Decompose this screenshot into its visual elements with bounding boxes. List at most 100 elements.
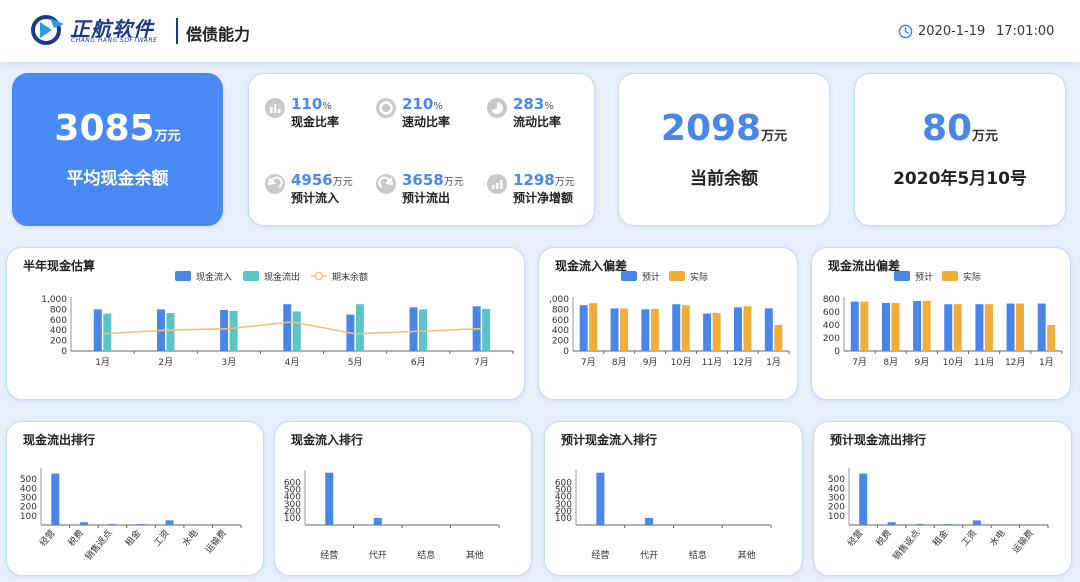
- x-tick-label: 10月: [671, 357, 691, 368]
- legend-label: 预计: [642, 271, 660, 283]
- current-balance-value: 2098万元: [619, 108, 829, 149]
- bar: [1016, 303, 1025, 351]
- legend-swatch: [942, 271, 958, 281]
- y-tick-label: 400: [20, 484, 37, 494]
- x-tick-label: 经营: [320, 549, 338, 561]
- legend-item[interactable]: 现金流出: [243, 271, 300, 283]
- x-tick-label: 12月: [1005, 357, 1025, 368]
- legend-swatch: [243, 271, 259, 281]
- y-tick-label: 100: [828, 512, 845, 522]
- y-tick-label: 800: [552, 305, 569, 315]
- avg-cash-value: 3085万元: [13, 108, 222, 149]
- ratio-value: 210%: [402, 94, 443, 113]
- chart-card-forecast-inflow-rank: 预计现金流入排行 100 200 300 400 500 600 经营 代开 结息 其他: [544, 421, 803, 576]
- date-balance-number: 80: [921, 108, 973, 149]
- y-tick-label: 0: [61, 347, 67, 357]
- ratio-unit: %: [322, 101, 332, 112]
- bar: [953, 304, 962, 351]
- ratio-value: 1298万元: [513, 170, 575, 189]
- y-tick-label: ,000: [549, 295, 569, 305]
- ratio-label: 流动比率: [513, 115, 562, 129]
- x-tick-label: 运输费: [202, 527, 229, 555]
- legend-item[interactable]: 实际: [669, 271, 708, 283]
- legend-item[interactable]: 预计: [894, 271, 933, 283]
- x-tick-label: 2月: [158, 357, 173, 368]
- bar: [650, 308, 659, 351]
- ratio-unit: %: [433, 101, 443, 112]
- date-balance-label: 2020年5月10号: [893, 169, 1027, 189]
- bar: [850, 301, 859, 351]
- legend-label: 实际: [963, 271, 981, 283]
- x-tick-label: 8月: [883, 357, 898, 368]
- inflow-arrow-icon: [265, 174, 285, 194]
- legend-label: 实际: [690, 271, 708, 283]
- ratio-label: 速动比率: [402, 115, 451, 129]
- legend-item[interactable]: 现金流入: [175, 271, 232, 283]
- legend-label: 现金流入: [196, 271, 232, 283]
- x-tick-label: 工资: [959, 528, 979, 549]
- chart-card-forecast-outflow-rank: 预计现金流出排行 100 200 300 400 500 经营 税费 销售返点 租金 工资 水电 运输费: [813, 421, 1072, 576]
- bar: [743, 306, 752, 351]
- header-time: 17:01:00: [996, 24, 1055, 39]
- x-tick-label: 1月: [766, 357, 781, 368]
- avg-cash-number: 3085: [54, 108, 155, 149]
- bar: [1037, 303, 1046, 351]
- y-tick-label: 200: [20, 503, 37, 513]
- x-tick-label: 7月: [581, 357, 596, 368]
- bar: [944, 304, 953, 351]
- bar: [620, 308, 629, 351]
- y-tick-label: 1,000: [41, 295, 67, 305]
- legend-swatch: [669, 271, 685, 281]
- bar: [325, 472, 334, 525]
- chart-card-inflow-deviation: 现金流入偏差 0 200 400 600 800,000 7月 8月 9月 10月 11月 12月 1月…: [538, 247, 798, 400]
- x-tick-label: 运输费: [1010, 527, 1037, 555]
- chart-svg: 100200300400500600经营 代开 结息 其他: [284, 470, 500, 561]
- bar: [220, 309, 229, 351]
- legend-item[interactable]: 实际: [942, 271, 981, 283]
- ratio-label: 预计净增额: [513, 191, 574, 205]
- legend-label: 现金流出: [264, 271, 300, 283]
- bar: [859, 473, 868, 525]
- ratio-number: 4956: [291, 171, 333, 189]
- bar: [589, 303, 598, 351]
- legend-item[interactable]: 预计: [621, 271, 660, 283]
- current-balance-label: 当前余额: [690, 169, 758, 189]
- ratio-number: 3658: [402, 171, 444, 189]
- y-tick-label: 800: [823, 295, 840, 305]
- bar: [283, 304, 292, 351]
- bar: [645, 517, 654, 525]
- chart-svg: 100200300400500 经营 税费销售返点 租金 工资 水电 运输费: [20, 468, 242, 563]
- x-tick-label: 结息: [417, 549, 435, 561]
- y-tick-label: 400: [552, 326, 569, 336]
- bar: [891, 302, 900, 351]
- y-tick-label: 600: [555, 479, 572, 489]
- page-title: 偿债能力: [186, 25, 251, 44]
- bar: [944, 524, 953, 525]
- y-tick-label: 600: [284, 479, 301, 489]
- x-tick-label: 10月: [943, 357, 963, 368]
- bar: [355, 304, 364, 351]
- ratio-number: 283: [513, 95, 545, 113]
- ratio-value: 110%: [291, 94, 332, 113]
- x-tick-label: 代开: [369, 550, 387, 561]
- bar: [703, 313, 712, 351]
- bar: [733, 307, 742, 351]
- legend-item[interactable]: 期末余额: [311, 271, 368, 283]
- bar: [51, 473, 60, 525]
- x-tick-label: 9月: [643, 357, 658, 368]
- bar: [596, 472, 605, 525]
- x-tick-label: 11月: [702, 357, 722, 368]
- ratio-value: 283%: [513, 94, 554, 113]
- x-tick-label: 税费: [873, 527, 894, 549]
- ratio-label: 预计流入: [291, 191, 340, 205]
- x-tick-label: 租金: [930, 527, 951, 549]
- x-tick-label: 其他: [738, 549, 756, 561]
- avg-cash-label: 平均现金余额: [66, 169, 169, 189]
- chart-svg: 100200300400500 经营 税费销售返点 租金 工资 水电 运输费: [828, 468, 1049, 563]
- y-tick-label: 600: [50, 316, 67, 326]
- x-tick-label: 水电: [180, 527, 201, 549]
- bar: [1006, 303, 1015, 351]
- legend-swatch: [175, 271, 191, 281]
- x-tick-label: 租金: [123, 527, 144, 549]
- chart-card-outflow-deviation: 现金流出偏差 0 200 400 600 800 7月 8月 9月 10月 11月 12月 1月 预计 实际: [811, 247, 1071, 400]
